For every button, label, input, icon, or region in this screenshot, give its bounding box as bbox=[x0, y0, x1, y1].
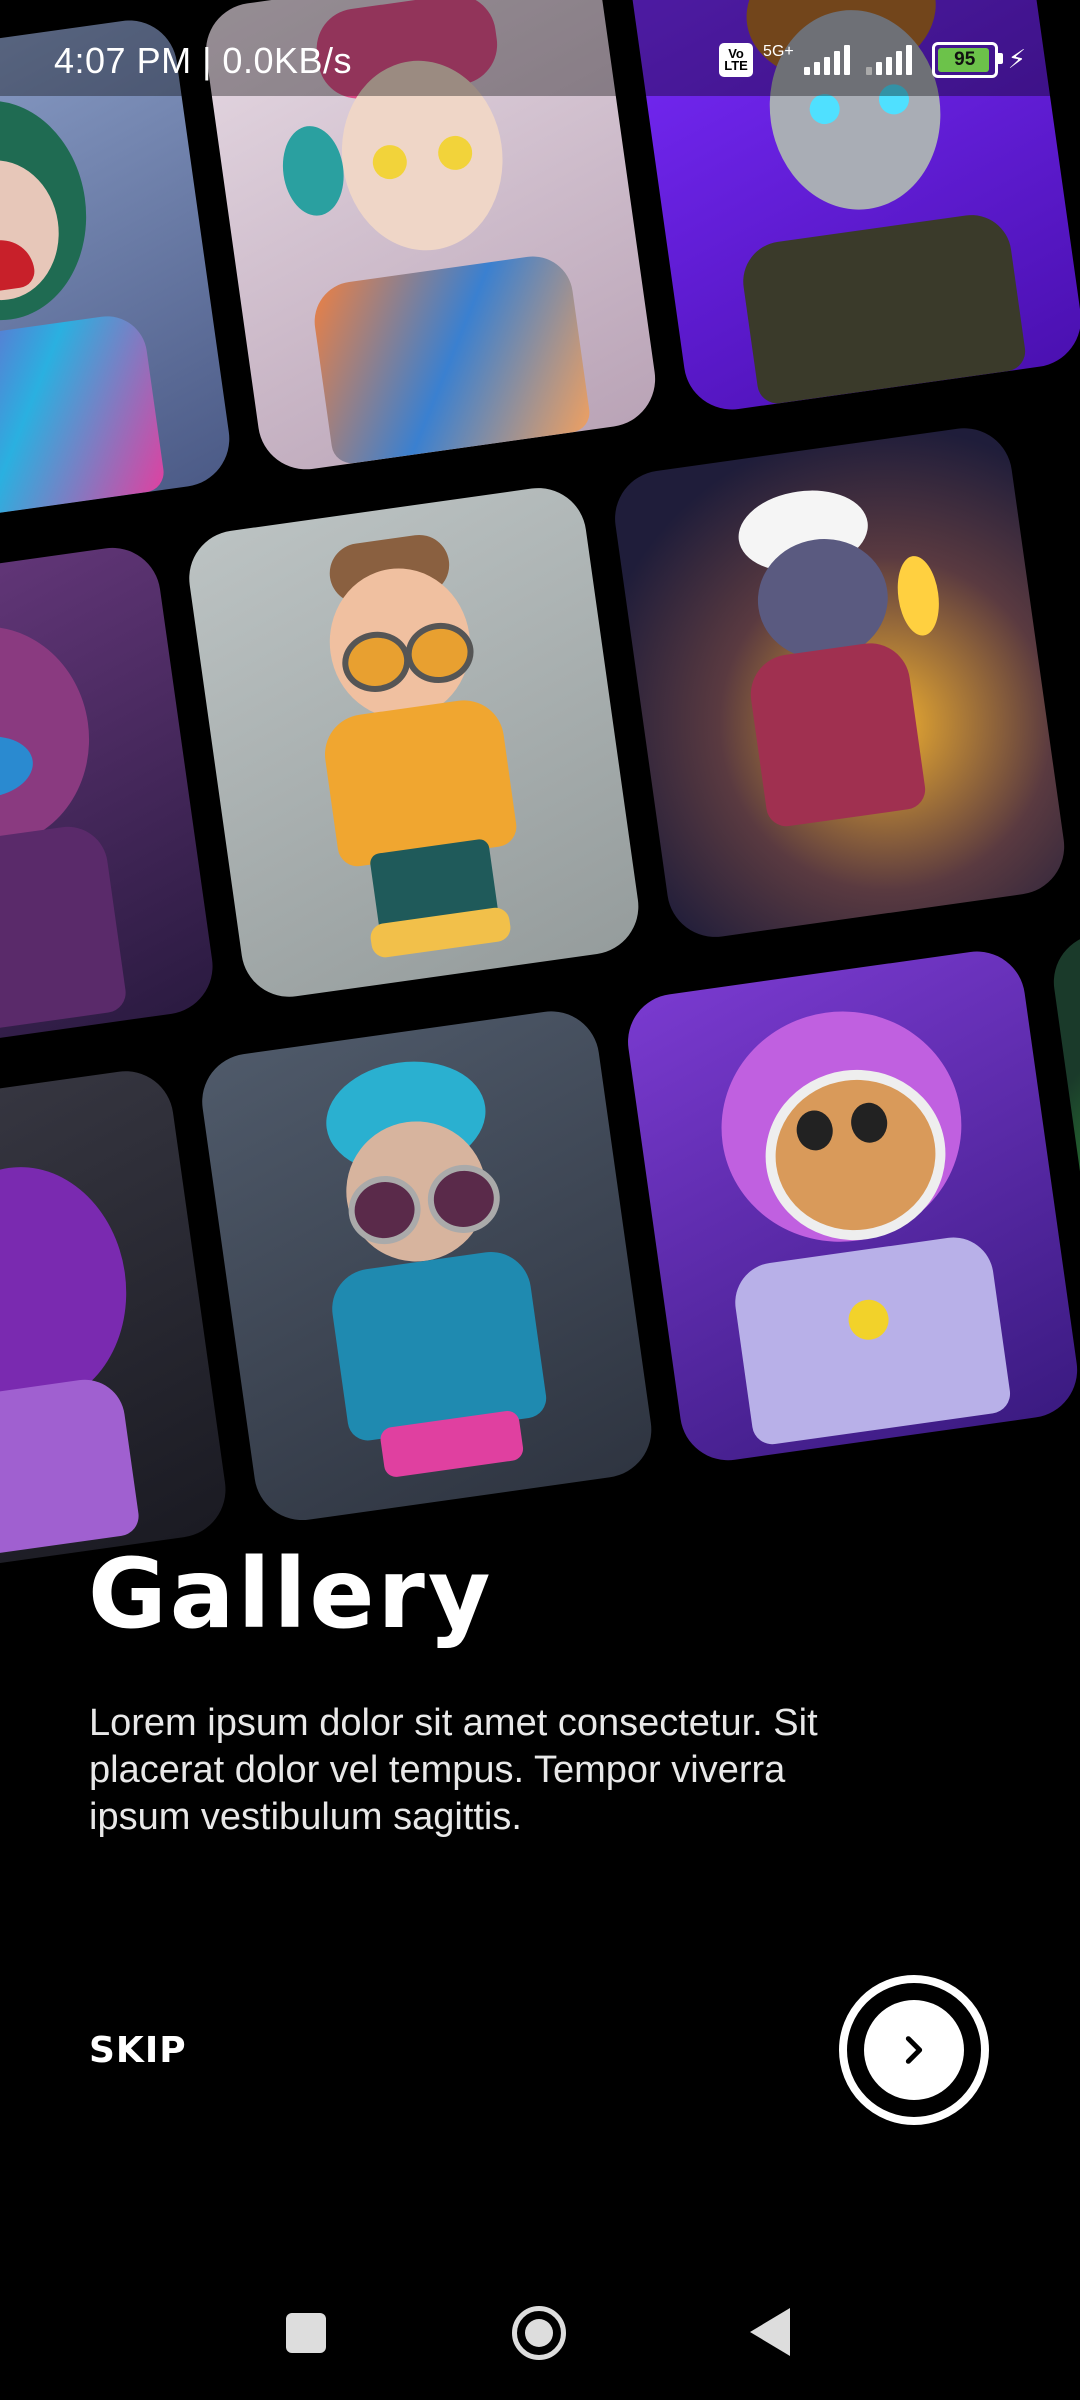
chevron-right-icon bbox=[905, 2036, 923, 2064]
gallery-collage bbox=[0, 0, 1080, 1626]
home-icon bbox=[525, 2319, 553, 2347]
gallery-card-yellow-jacket-boy bbox=[183, 481, 645, 1003]
page-description: Lorem ipsum dolor sit amet consectetur. … bbox=[89, 1702, 818, 1838]
gallery-card-headphones-kid bbox=[196, 1005, 658, 1527]
battery-percent: 95 bbox=[954, 49, 976, 70]
recent-apps-button[interactable] bbox=[286, 2313, 326, 2353]
signal-icon-sim2 bbox=[865, 45, 912, 75]
page-title: Gallery bbox=[88, 1538, 494, 1650]
onboarding-screen: 4:07 PM | 0.0KB/s Vo LTE 5G+ 95 ⚡ Galler… bbox=[0, 0, 1080, 2400]
volte-icon: Vo LTE bbox=[719, 43, 754, 77]
gallery-card-purple-wizard bbox=[0, 1065, 232, 1587]
skip-button[interactable]: SKIP bbox=[89, 2030, 187, 2071]
back-button[interactable] bbox=[750, 2308, 790, 2356]
next-button-inner bbox=[864, 2000, 964, 2100]
status-bar: 4:07 PM | 0.0KB/s Vo LTE 5G+ 95 ⚡ bbox=[0, 0, 1080, 96]
battery-icon: 95 bbox=[931, 42, 1003, 78]
gallery-card-cat-warrior bbox=[608, 422, 1071, 944]
home-button[interactable] bbox=[512, 2306, 566, 2360]
gallery-card-astronaut-cat bbox=[621, 945, 1080, 1467]
status-icons: Vo LTE 5G+ 95 ⚡ bbox=[719, 42, 1026, 78]
status-time-speed: 4:07 PM | 0.0KB/s bbox=[54, 40, 352, 81]
gallery-card-hooded-character bbox=[0, 541, 219, 1063]
next-button[interactable] bbox=[839, 1975, 989, 2125]
network-type: 5G+ bbox=[763, 43, 794, 60]
signal-icon-sim1 bbox=[803, 45, 850, 75]
charging-icon: ⚡ bbox=[1007, 45, 1026, 75]
